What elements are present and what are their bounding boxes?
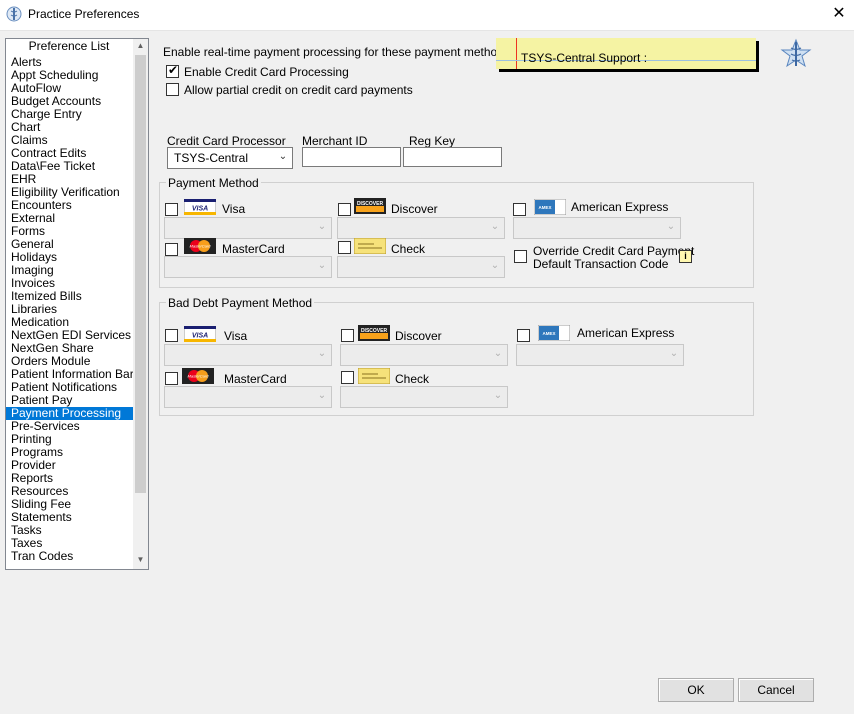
override-cc-checkbox[interactable] <box>514 250 527 263</box>
enable-cc-checkbox[interactable]: ✔ <box>166 63 179 78</box>
chevron-down-icon: ⌄ <box>490 260 500 271</box>
enable-cc-label: Enable Credit Card Processing <box>184 65 349 79</box>
pm-check-select[interactable]: ⌄ <box>337 256 505 278</box>
pm-mastercard-label: MasterCard <box>222 242 285 256</box>
scroll-up-icon[interactable]: ▲ <box>133 39 148 53</box>
bd-mastercard-label: MasterCard <box>224 372 287 386</box>
mastercard-logo-text: MasterCard <box>188 374 210 379</box>
preference-list[interactable]: Preference List Alerts Appt Scheduling Aut… <box>5 38 149 570</box>
pm-visa-checkbox[interactable] <box>165 203 178 216</box>
realtime-heading: Enable real-time payment processing for … <box>163 45 510 59</box>
pm-visa-label: Visa <box>222 202 246 216</box>
discover-logo-text: DISCOVER <box>361 328 388 334</box>
chevron-down-icon: ⌄ <box>493 348 503 359</box>
chevron-down-icon: ⌄ <box>317 348 327 359</box>
support-note: TSYS-Central Support : <box>496 38 756 69</box>
partial-credit-label: Allow partial credit on credit card paym… <box>184 83 413 97</box>
amex-logo-text: AMEX <box>542 331 555 336</box>
discover-logo-text: DISCOVER <box>357 201 384 207</box>
pm-amex-select[interactable]: ⌄ <box>513 217 681 239</box>
pm-mastercard-checkbox[interactable] <box>165 243 178 256</box>
override-label-line2: Default Transaction Code <box>533 257 669 271</box>
title-bar: Practice Preferences ✕ <box>0 0 854 31</box>
visa-logo-text: VISA <box>192 206 208 213</box>
visa-logo-text: VISA <box>192 333 208 340</box>
cancel-button[interactable]: Cancel <box>738 678 814 702</box>
pm-check-checkbox[interactable] <box>338 241 351 254</box>
checkmark-icon: ✔ <box>168 63 179 77</box>
bd-discover-select[interactable]: ⌄ <box>340 344 508 366</box>
bd-discover-label: Discover <box>395 329 442 343</box>
pm-discover-select[interactable]: ⌄ <box>337 217 505 239</box>
chevron-down-icon: ⌄ <box>317 221 327 232</box>
bd-amex-label: American Express <box>577 326 675 340</box>
cc-processor-label: Credit Card Processor <box>167 134 286 148</box>
support-note-text: TSYS-Central Support : <box>521 51 648 65</box>
bd-discover-checkbox[interactable] <box>341 329 354 342</box>
amex-logo-icon: AMEX <box>534 199 566 215</box>
cc-processor-select[interactable]: TSYS-Central ⌄ <box>167 147 293 169</box>
amex-logo-text: AMEX <box>538 205 551 210</box>
check-logo-icon <box>354 238 386 254</box>
chevron-down-icon: ⌄ <box>669 348 679 359</box>
medical-caduceus-icon <box>780 38 812 68</box>
merchant-id-field[interactable] <box>302 147 401 167</box>
chevron-down-icon: ⌄ <box>317 390 327 401</box>
merchant-id-label: Merchant ID <box>302 134 368 148</box>
visa-logo-icon: VISA <box>184 326 216 342</box>
note-margin-line <box>516 38 517 69</box>
preference-list-scrollbar[interactable]: ▲ ▼ <box>133 39 148 569</box>
pm-visa-select[interactable]: ⌄ <box>164 217 332 239</box>
reg-key-label: Reg Key <box>409 134 456 148</box>
bd-amex-select[interactable]: ⌄ <box>516 344 684 366</box>
pm-check-label: Check <box>391 242 426 256</box>
close-button[interactable]: ✕ <box>826 2 852 26</box>
pm-mastercard-select[interactable]: ⌄ <box>164 256 332 278</box>
app-icon <box>6 6 22 22</box>
cc-processor-value: TSYS-Central <box>174 151 249 165</box>
discover-logo-icon: DISCOVER <box>354 198 386 214</box>
bd-check-checkbox[interactable] <box>341 371 354 384</box>
amex-logo-icon: AMEX <box>538 325 570 341</box>
pref-list-item[interactable]: Tran Codes <box>6 550 135 563</box>
pm-amex-label: American Express <box>571 200 669 214</box>
bd-mastercard-checkbox[interactable] <box>165 372 178 385</box>
bd-visa-select[interactable]: ⌄ <box>164 344 332 366</box>
partial-credit-checkbox[interactable] <box>166 83 179 96</box>
info-icon[interactable]: i <box>679 250 692 263</box>
preference-list-header: Preference List <box>28 39 110 53</box>
visa-logo-icon: VISA <box>184 199 216 215</box>
window-title: Practice Preferences <box>28 7 140 21</box>
pm-amex-checkbox[interactable] <box>513 203 526 216</box>
mastercard-logo-text: MasterCard <box>190 244 212 249</box>
scroll-down-icon[interactable]: ▼ <box>133 553 148 567</box>
reg-key-field[interactable] <box>403 147 502 167</box>
chevron-down-icon: ⌄ <box>493 390 503 401</box>
bd-mastercard-select[interactable]: ⌄ <box>164 386 332 408</box>
pm-discover-label: Discover <box>391 202 438 216</box>
mastercard-logo-icon: MasterCard <box>184 238 216 254</box>
bd-amex-checkbox[interactable] <box>517 329 530 342</box>
bad-debt-title: Bad Debt Payment Method <box>166 296 315 310</box>
chevron-down-icon: ⌄ <box>490 221 500 232</box>
bd-visa-label: Visa <box>224 329 248 343</box>
payment-method-title: Payment Method <box>166 176 261 190</box>
bd-check-label: Check <box>395 372 430 386</box>
ok-button[interactable]: OK <box>658 678 734 702</box>
override-label-line1: Override Credit Card Payment <box>533 244 695 258</box>
chevron-down-icon: ⌄ <box>317 260 327 271</box>
scroll-thumb[interactable] <box>135 55 146 493</box>
chevron-down-icon: ⌄ <box>666 221 676 232</box>
chevron-down-icon: ⌄ <box>278 151 288 162</box>
check-logo-icon <box>358 368 390 384</box>
discover-logo-icon: DISCOVER <box>358 325 390 341</box>
bd-check-select[interactable]: ⌄ <box>340 386 508 408</box>
bd-visa-checkbox[interactable] <box>165 329 178 342</box>
pm-discover-checkbox[interactable] <box>338 203 351 216</box>
mastercard-logo-icon: MasterCard <box>182 368 214 384</box>
